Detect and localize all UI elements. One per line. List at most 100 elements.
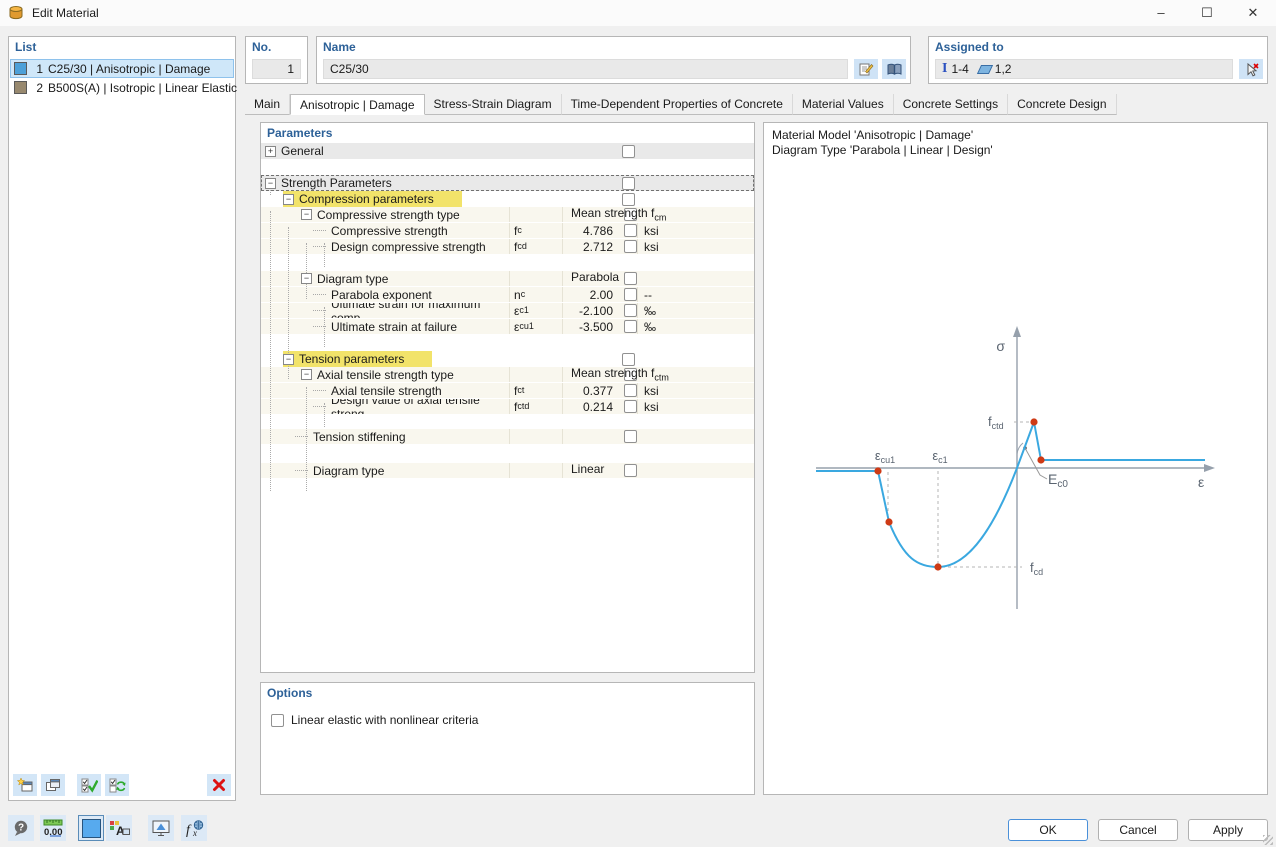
parameter-row[interactable]: − Tension parameters [261,351,754,367]
parameter-row[interactable]: − Strength Parameters [261,175,754,191]
parameter-row[interactable]: − Diagram type Parabola [261,271,754,287]
close-button[interactable]: ✕ [1230,0,1276,26]
name-label: Name [323,40,356,54]
parameter-checkbox[interactable] [624,464,637,477]
parameter-symbol [510,429,563,444]
tab-anisotropic-damage[interactable]: Anisotropic | Damage [290,94,425,115]
tree-expander-icon[interactable]: − [301,369,312,380]
parameter-value [563,429,637,444]
material-name-field[interactable]: C25/30 [323,59,848,79]
linear-elastic-checkbox[interactable] [271,714,284,727]
parameter-row[interactable]: Design value of axial tensile streng... … [261,399,754,415]
tree-expander-icon[interactable] [313,246,326,247]
ok-button[interactable]: OK [1008,819,1088,841]
parameter-row[interactable]: Ultimate strain for maximum comp... εc1 … [261,303,754,319]
material-number-field[interactable]: 1 [252,59,301,79]
tree-expander-icon[interactable] [295,470,308,471]
tree-expander-icon[interactable]: − [283,194,294,205]
resize-grip[interactable] [1263,835,1273,845]
parameter-checkbox[interactable] [624,272,637,285]
cancel-button[interactable]: Cancel [1098,819,1178,841]
color-box-button[interactable] [78,815,104,841]
parameter-row[interactable]: Axial tensile strength fct 0.377 ksi [261,383,754,399]
tree-expander-icon[interactable]: − [301,209,312,220]
rendering-preview-button[interactable] [148,815,174,841]
sigma-axis-arrow [1013,326,1021,337]
minimize-button[interactable]: – [1138,0,1184,26]
new-material-button[interactable] [13,774,37,796]
parameter-checkbox[interactable] [624,224,637,237]
parameter-row[interactable]: Tension stiffening [261,429,754,445]
parameter-row[interactable]: Compressive strength fc 4.786 ksi [261,223,754,239]
tab-stress-strain-diagram[interactable]: Stress-Strain Diagram [425,94,562,115]
parameter-checkbox[interactable] [624,384,637,397]
formula-button[interactable]: f x [181,815,207,841]
tree-expander-icon[interactable] [295,436,308,437]
select-all-checks-button[interactable] [77,774,101,796]
number-groupbox: No. 1 [245,36,308,84]
parameter-checkbox[interactable] [622,145,635,158]
parameter-label: Ultimate strain at failure [331,320,457,334]
tree-expander-icon[interactable] [313,326,326,327]
parameter-checkbox[interactable] [624,304,637,317]
tree-spacer [261,159,754,175]
help-icon: ? [13,820,30,837]
tree-expander-icon[interactable] [313,390,326,391]
parameter-row[interactable]: − Compression parameters [261,191,754,207]
material-library-button[interactable] [882,59,906,79]
list-item[interactable]: 1 C25/30 | Anisotropic | Damage [10,59,234,78]
parameter-checkbox[interactable] [624,240,637,253]
parameter-row[interactable]: − Compressive strength type Mean strengt… [261,207,754,223]
display-properties-button[interactable]: A [106,815,132,841]
tree-expander-icon[interactable] [313,230,326,231]
tree-expander-icon[interactable]: + [265,146,276,157]
parameter-checkbox[interactable] [622,177,635,190]
assigned-to-field[interactable]: I 1-4 1,2 [935,59,1233,79]
parameter-checkbox[interactable] [624,288,637,301]
parameter-row[interactable]: Ultimate strain at failure εcu1 -3.500 ‰ [261,319,754,335]
parameter-row[interactable]: + General [261,143,754,159]
apply-button[interactable]: Apply [1188,819,1268,841]
select-objects-button[interactable] [1239,59,1263,79]
delete-material-button[interactable] [207,774,231,796]
parameter-label: Diagram type [313,464,384,478]
material-tabs: Main Anisotropic | Damage Stress-Strain … [245,94,1117,115]
tree-expander-icon[interactable]: − [265,178,276,189]
svg-text:f: f [186,823,192,837]
parameter-row[interactable]: Parabola exponent nc 2.00 -- [261,287,754,303]
tree-expander-icon[interactable] [313,310,326,311]
parameter-checkbox[interactable] [624,400,637,413]
data-point [874,467,881,474]
parameter-row[interactable]: − Axial tensile strength type Mean stren… [261,367,754,383]
list-item[interactable]: 2 B500S(A) | Isotropic | Linear Elastic [10,78,234,97]
list-item-name: B500S(A) | Isotropic | Linear Elastic [48,81,237,95]
parameter-checkbox[interactable] [622,193,635,206]
data-point [1030,418,1037,425]
tab-time-dependent-properties[interactable]: Time-Dependent Properties of Concrete [562,94,793,115]
list-item-number: 1 [31,62,43,76]
help-button[interactable]: ? [8,815,34,841]
dashed-guides [888,422,1029,570]
tab-material-values[interactable]: Material Values [793,94,894,115]
parameter-row[interactable]: Diagram type Linear [261,463,754,479]
parameter-checkbox[interactable] [624,430,637,443]
tab-main[interactable]: Main [245,94,290,115]
delete-icon [212,778,226,792]
tree-expander-icon[interactable] [313,294,326,295]
tab-concrete-design[interactable]: Concrete Design [1008,94,1116,115]
maximize-button[interactable]: ☐ [1184,0,1230,26]
parameter-symbol: fcd [510,239,563,254]
toggle-checks-button[interactable] [105,774,129,796]
tab-concrete-settings[interactable]: Concrete Settings [894,94,1008,115]
edit-comment-button[interactable] [854,59,878,79]
tree-expander-icon[interactable]: − [301,273,312,284]
parameter-row[interactable]: Design compressive strength fcd 2.712 ks… [261,239,754,255]
parameter-checkbox[interactable] [622,353,635,366]
tree-expander-icon[interactable]: − [283,354,294,365]
tree-expander-icon[interactable] [313,406,326,407]
data-point [1037,456,1044,463]
parameter-checkbox[interactable] [624,320,637,333]
units-settings-button[interactable]: 0.00 [40,815,66,841]
copy-material-button[interactable] [41,774,65,796]
parameter-value: -2.100 [563,303,638,318]
